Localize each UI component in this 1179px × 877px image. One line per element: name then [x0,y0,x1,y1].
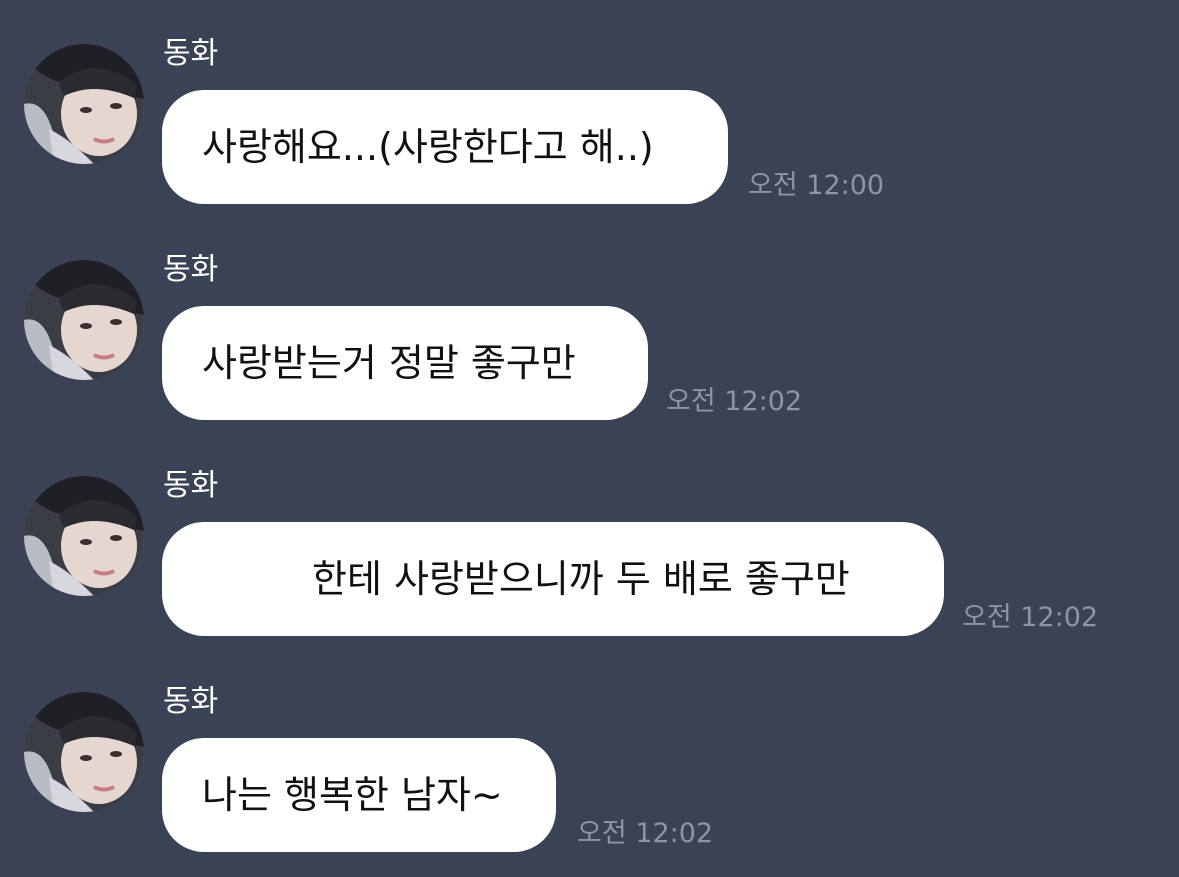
message-bubble[interactable]: 사랑받는거 정말 좋구만 [162,306,648,420]
message-timestamp: 오전 12:02 [577,818,714,849]
sender-avatar[interactable] [24,476,144,596]
message-text: 사랑받는거 정말 좋구만 [202,341,576,385]
sender-avatar[interactable] [24,44,144,164]
message-row: 동화 한테 사랑받으니까 두 배로 좋구만 오전 12:02 [0,432,1179,648]
message-timestamp: 오전 12:02 [962,602,1099,633]
message-text: 사랑해요...(사랑한다고 해..) [202,125,654,169]
message-timestamp: 오전 12:02 [666,386,803,417]
message-bubble[interactable]: 한테 사랑받으니까 두 배로 좋구만 [162,522,944,636]
sender-name: 동화 [163,36,219,71]
message-row: 동화 나는 행복한 남자~ 오전 12:02 [0,648,1179,864]
sender-name: 동화 [163,684,219,719]
message-text: 한테 사랑받으니까 두 배로 좋구만 [312,557,850,601]
message-row: 동화 사랑받는거 정말 좋구만 오전 12:02 [0,216,1179,432]
message-bubble[interactable]: 나는 행복한 남자~ [162,738,556,852]
message-bubble[interactable]: 사랑해요...(사랑한다고 해..) [162,90,728,204]
sender-name: 동화 [163,252,219,287]
chat-thread: 동화 사랑해요...(사랑한다고 해..) 오전 12:00 동화 사랑받는거 … [0,0,1179,877]
sender-avatar[interactable] [24,692,144,812]
message-timestamp: 오전 12:00 [748,170,885,201]
message-row: 동화 사랑해요...(사랑한다고 해..) 오전 12:00 [0,0,1179,216]
sender-avatar[interactable] [24,260,144,380]
message-text: 나는 행복한 남자~ [202,773,503,817]
sender-name: 동화 [163,468,219,503]
